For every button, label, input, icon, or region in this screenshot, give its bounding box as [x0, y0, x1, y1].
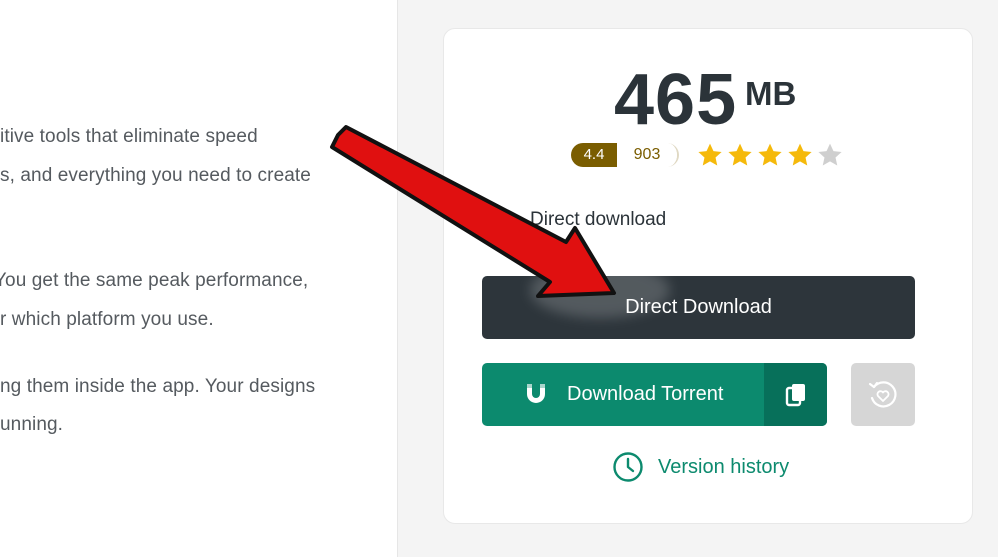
article-line-6: unning. [0, 414, 64, 435]
direct-download-option-label: Direct download [530, 209, 667, 230]
heart-refresh-icon [868, 380, 897, 407]
star-icon[interactable] [727, 142, 753, 168]
download-torrent-label: Download Torrent [567, 383, 724, 405]
article-column: itive tools that eliminate speed s, and … [0, 0, 397, 557]
file-size-value: 465 [614, 60, 738, 140]
article-line-2: s, and everything you need to create [0, 165, 311, 186]
download-torrent-button[interactable]: Download Torrent [482, 363, 764, 426]
version-history-label: Version history [658, 455, 790, 478]
direct-download-button[interactable]: Direct Download [482, 276, 915, 339]
star-icon[interactable] [757, 142, 783, 168]
article-line-1: itive tools that eliminate speed [0, 126, 258, 147]
rating-score: 4.4 [571, 143, 617, 167]
article-line-5: ng them inside the app. Your designs [0, 376, 316, 397]
torrent-button-group: Download Torrent [482, 363, 827, 426]
copy-magnet-button[interactable] [764, 363, 827, 426]
copy-icon [785, 383, 805, 406]
rating-count: 903 [617, 143, 677, 167]
article-line-4: r which platform you use. [0, 309, 214, 330]
radio-selected-icon[interactable] [482, 208, 509, 235]
version-history-link[interactable]: Version history [612, 451, 789, 483]
article-line-3: You get the same peak performance, [0, 270, 309, 291]
star-empty-icon[interactable] [817, 142, 843, 168]
clock-icon [613, 452, 643, 482]
star-rating[interactable] [697, 142, 843, 168]
magnet-icon [527, 383, 545, 403]
star-icon[interactable] [787, 142, 813, 168]
file-size-unit: MB [745, 75, 797, 112]
favorite-button[interactable] [851, 363, 915, 426]
rating-badge: 4.4 903 [571, 143, 679, 167]
star-icon[interactable] [697, 142, 723, 168]
